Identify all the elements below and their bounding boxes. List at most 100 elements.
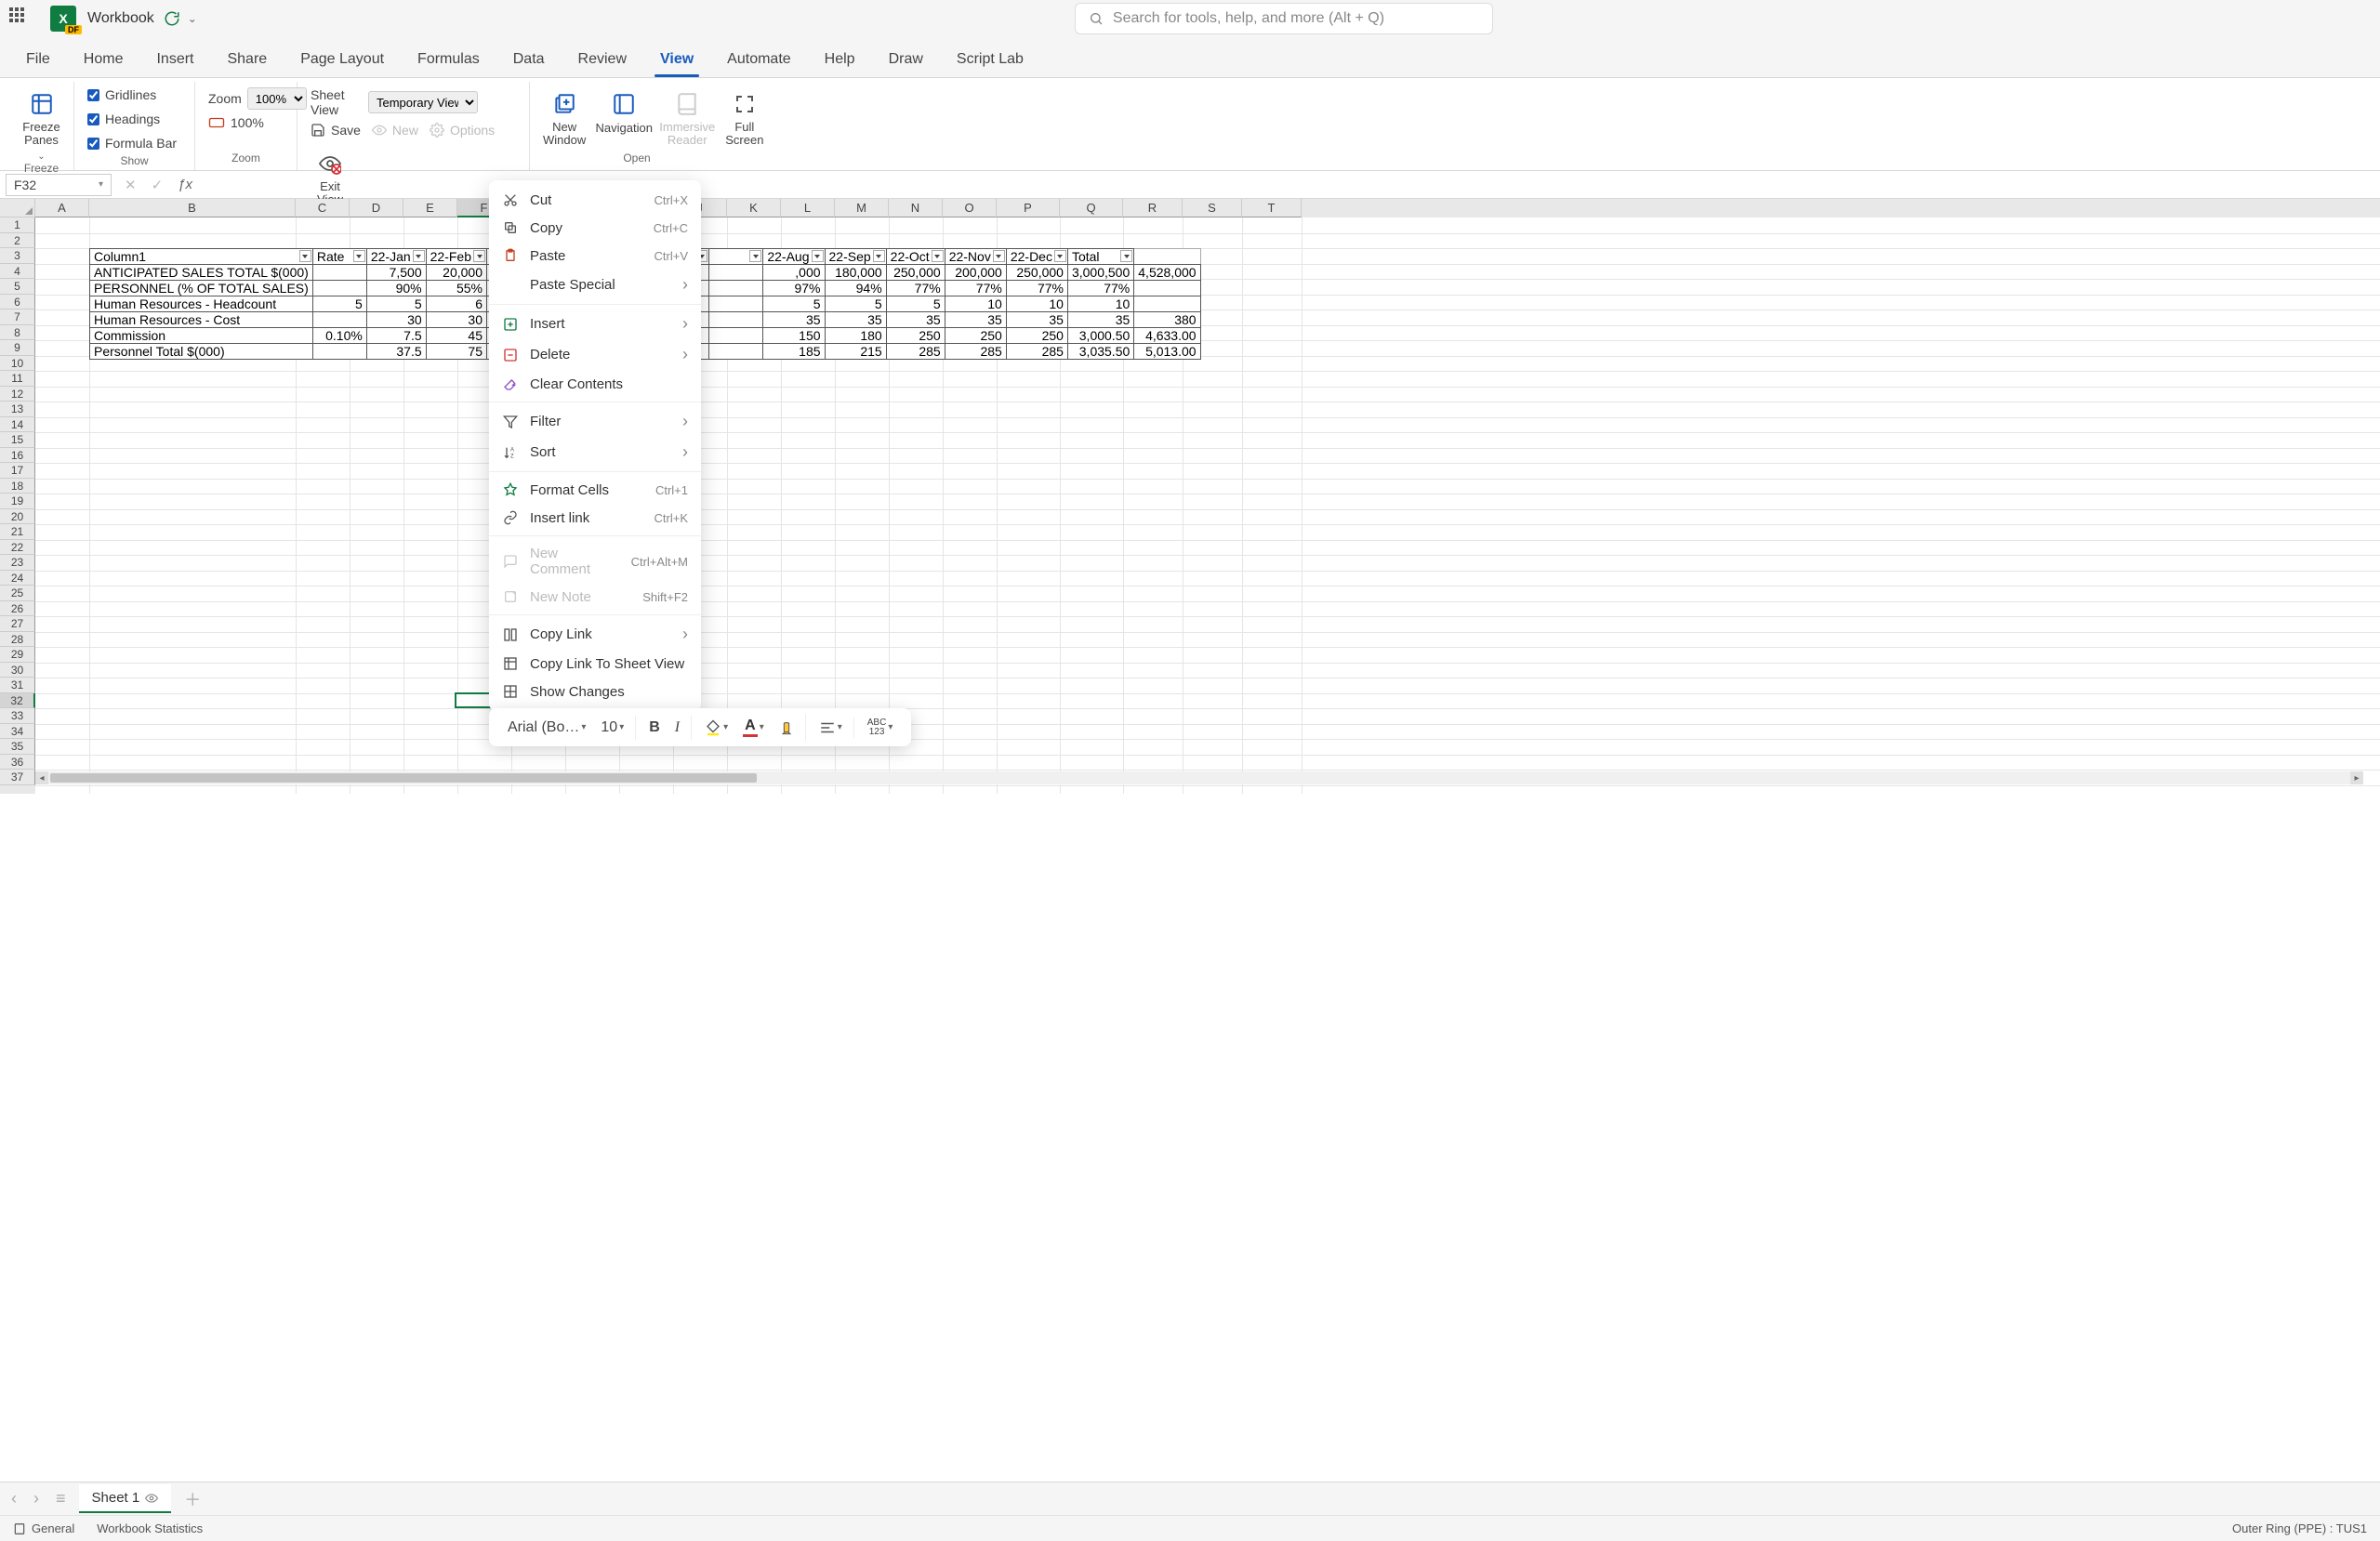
zoom-control[interactable]: Zoom 100% <box>208 87 307 110</box>
ribbon-tab-review[interactable]: Review <box>562 42 643 77</box>
cell[interactable]: 75 <box>426 344 486 360</box>
row-label[interactable]: PERSONNEL (% OF TOTAL SALES) <box>90 281 313 296</box>
col-header-P[interactable]: P <box>997 199 1060 217</box>
ctx-insert[interactable]: Insert <box>489 309 701 339</box>
filter-dropdown-icon[interactable] <box>299 250 311 262</box>
ctx-insert-link[interactable]: Insert linkCtrl+K <box>489 504 701 532</box>
sheet-tab-1[interactable]: Sheet 1 <box>79 1484 172 1513</box>
row-header-33[interactable]: 33 <box>0 708 35 724</box>
cell[interactable] <box>312 344 366 360</box>
cell[interactable]: 77% <box>886 281 945 296</box>
ctx-copy-link[interactable]: Copy Link <box>489 619 701 650</box>
row-header-4[interactable]: 4 <box>0 264 35 280</box>
ctx-clear[interactable]: Clear Contents <box>489 370 701 398</box>
cell[interactable]: 5 <box>825 296 886 312</box>
row-headers[interactable]: 1234567891011121314151617181920212223242… <box>0 217 35 794</box>
table-header[interactable]: Total <box>1067 249 1133 265</box>
row-header-28[interactable]: 28 <box>0 632 35 648</box>
col-header-Q[interactable]: Q <box>1060 199 1123 217</box>
cell[interactable]: 10 <box>1067 296 1133 312</box>
status-workbook-stats[interactable]: Workbook Statistics <box>97 1521 203 1535</box>
cell[interactable]: 5 <box>886 296 945 312</box>
cell[interactable]: 30 <box>366 312 426 328</box>
column-headers[interactable]: ABCDEFGHIJKLMNOPQRST <box>0 199 2380 217</box>
row-header-6[interactable]: 6 <box>0 295 35 310</box>
sheetview-save-button[interactable]: Save <box>311 123 361 138</box>
row-header-24[interactable]: 24 <box>0 571 35 586</box>
cell[interactable]: 35 <box>1067 312 1133 328</box>
col-header-T[interactable]: T <box>1242 199 1302 217</box>
ctx-delete[interactable]: Delete <box>489 339 701 370</box>
table-header[interactable]: Column1 <box>90 249 313 265</box>
row-header-8[interactable]: 8 <box>0 325 35 341</box>
col-header-O[interactable]: O <box>943 199 997 217</box>
ctx-paste[interactable]: PasteCtrl+V <box>489 242 701 270</box>
cell[interactable]: 94% <box>825 281 886 296</box>
ctx-cut[interactable]: CutCtrl+X <box>489 186 701 214</box>
cell[interactable]: 0.10% <box>312 328 366 344</box>
row-label[interactable]: Human Resources - Cost <box>90 312 313 328</box>
cell[interactable]: 250 <box>945 328 1006 344</box>
table-header[interactable]: 22-Feb <box>426 249 486 265</box>
cell[interactable]: ,000 <box>763 265 825 281</box>
col-header-A[interactable]: A <box>35 199 89 217</box>
mini-number-format-button[interactable]: ABC123▾ <box>862 715 899 741</box>
row-header-7[interactable]: 7 <box>0 310 35 325</box>
horizontal-scrollbar[interactable]: ◂ ▸ <box>35 771 2363 784</box>
add-sheet-button[interactable]: ＋ <box>180 1487 205 1511</box>
mini-align-button[interactable]: ▾ <box>813 718 848 738</box>
name-box[interactable]: F32 ▾ <box>6 174 112 196</box>
filter-dropdown-icon[interactable] <box>413 250 425 262</box>
col-header-E[interactable]: E <box>403 199 457 217</box>
row-header-11[interactable]: 11 <box>0 371 35 387</box>
col-header-M[interactable]: M <box>835 199 889 217</box>
cell[interactable]: 45 <box>426 328 486 344</box>
row-header-35[interactable]: 35 <box>0 739 35 755</box>
enter-formula-icon[interactable]: ✓ <box>144 177 171 193</box>
row-header-13[interactable]: 13 <box>0 402 35 417</box>
ctx-paste-special[interactable]: Paste Special <box>489 270 701 300</box>
select-all-corner[interactable] <box>0 199 35 217</box>
ctx-format-cells[interactable]: Format CellsCtrl+1 <box>489 476 701 504</box>
cell[interactable]: 7,500 <box>366 265 426 281</box>
cell[interactable]: 77% <box>1006 281 1067 296</box>
filter-dropdown-icon[interactable] <box>473 250 485 262</box>
cell[interactable]: 250 <box>1006 328 1067 344</box>
cell[interactable]: 77% <box>945 281 1006 296</box>
col-header-C[interactable]: C <box>296 199 350 217</box>
cell[interactable]: 250,000 <box>1006 265 1067 281</box>
status-general[interactable]: General <box>13 1521 74 1535</box>
row-header-26[interactable]: 26 <box>0 601 35 617</box>
cell[interactable]: 380 <box>1134 312 1200 328</box>
row-header-9[interactable]: 9 <box>0 340 35 356</box>
col-header-D[interactable]: D <box>350 199 403 217</box>
row-label[interactable]: Personnel Total $(000) <box>90 344 313 360</box>
ribbon-tab-draw[interactable]: Draw <box>872 42 940 77</box>
ctx-filter[interactable]: Filter <box>489 406 701 437</box>
cell[interactable] <box>1134 281 1200 296</box>
row-header-31[interactable]: 31 <box>0 678 35 693</box>
scroll-left-icon[interactable]: ◂ <box>35 771 48 784</box>
title-dropdown-icon[interactable]: ⌄ <box>188 12 197 25</box>
col-header-K[interactable]: K <box>727 199 781 217</box>
cell[interactable]: 3,000,500 <box>1067 265 1133 281</box>
cell[interactable] <box>1134 296 1200 312</box>
cell[interactable]: 180,000 <box>825 265 886 281</box>
cancel-formula-icon[interactable]: ✕ <box>117 177 144 193</box>
row-header-23[interactable]: 23 <box>0 555 35 571</box>
row-header-16[interactable]: 16 <box>0 448 35 464</box>
row-header-36[interactable]: 36 <box>0 755 35 770</box>
scroll-thumb[interactable] <box>50 773 757 783</box>
table-header[interactable]: Rate <box>312 249 366 265</box>
ctx-copy[interactable]: CopyCtrl+C <box>489 214 701 242</box>
cell[interactable]: 180 <box>825 328 886 344</box>
table-header[interactable]: 22-Jan <box>366 249 426 265</box>
formula-bar-checkbox[interactable]: Formula Bar <box>87 136 177 151</box>
ribbon-tab-help[interactable]: Help <box>808 42 872 77</box>
ribbon-tab-view[interactable]: View <box>643 42 710 77</box>
cell[interactable]: 250,000 <box>886 265 945 281</box>
row-header-14[interactable]: 14 <box>0 417 35 433</box>
cell[interactable]: 90% <box>366 281 426 296</box>
table-header[interactable]: 22-Aug <box>763 249 825 265</box>
table-header[interactable]: 22-Dec <box>1006 249 1067 265</box>
